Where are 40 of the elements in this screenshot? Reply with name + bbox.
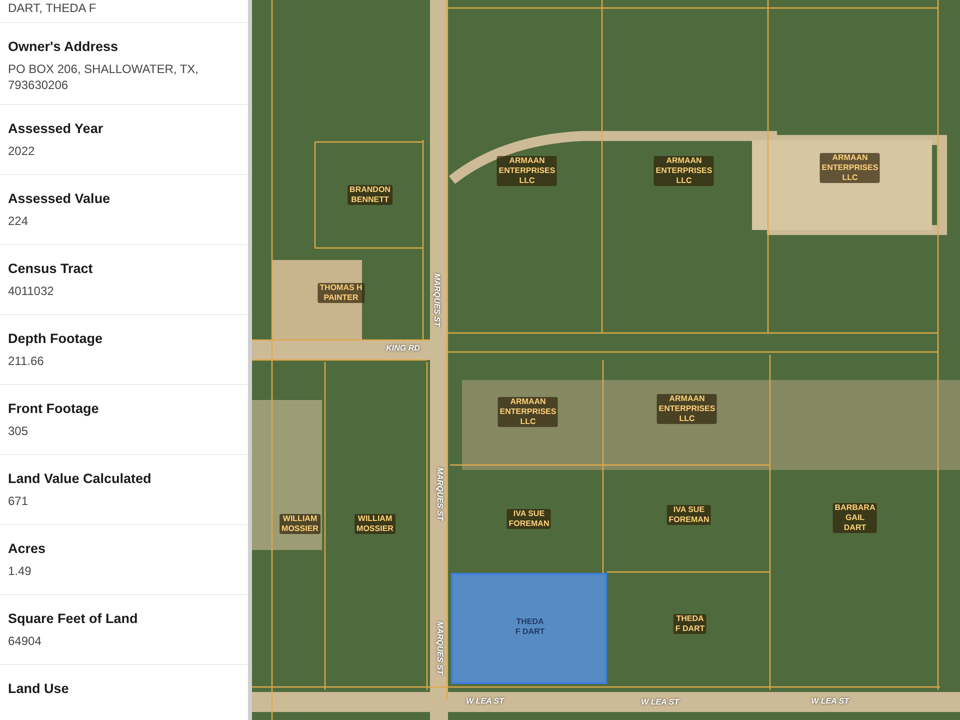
parcel-owner-label[interactable]: IVA SUE FOREMAN [506,509,552,529]
street-label: MARQUES ST [436,467,444,521]
owner-name: DART, THEDA F [8,0,98,16]
field-label: Owner's Address [8,39,119,54]
parcel-owner-label[interactable]: ARMAAN ENTERPRISES LLC [654,156,714,186]
field-label: Land Use [8,681,70,696]
field-value: 211.66 [8,353,45,369]
street-label: MARQUES ST [432,273,442,327]
parcel-owner-label[interactable]: BRANDON BENNETT [348,185,392,205]
field-value: 64904 [8,633,42,649]
street-label: W LEA ST [811,696,849,706]
field-label: Census Tract [8,261,94,276]
parcel-owner-label[interactable]: BARBARA GAIL DART [832,503,878,533]
field-value: 1.49 [8,563,32,579]
field-label: Front Footage [8,401,100,416]
street-label: W LEA ST [466,696,504,706]
field-label: Assessed Year [8,121,104,136]
field-label: Depth Footage [8,331,104,346]
parcel-owner-label[interactable]: IVA SUE FOREMAN [666,505,712,525]
parcel-owner-label[interactable]: THOMAS H PAINTER [318,283,364,303]
field-label: Square Feet of Land [8,611,139,626]
field-label: Land Value Calculated [8,471,152,486]
field-value: 671 [8,493,30,509]
field-label: Assessed Value [8,191,112,206]
street-label: MARQUES ST [436,621,444,675]
field-value: 224 [8,213,30,229]
street-label: W LEA ST [641,698,679,706]
field-value: 305 [8,423,30,439]
field-value: PO BOX 206, SHALLOWATER, TX, 793630206 [8,61,200,93]
field-value: 2022 [8,143,36,159]
parcel-owner-label[interactable]: THEDA F DART [673,614,707,634]
field-label: Acres [8,541,47,556]
parcel-owner-label[interactable]: ARMAAN ENTERPRISES LLC [496,156,558,186]
street-label: KING RD [386,344,420,352]
parcel-owner-label[interactable]: WILLIAM MOSSIER [280,514,320,534]
parcel-owner-label[interactable]: WILLIAM MOSSIER [354,514,396,534]
field-value: 4011032 [8,283,55,299]
parcel-owner-label[interactable]: ARMAAN ENTERPRISES LLC [820,153,880,183]
parcel-owner-label[interactable]: ARMAAN ENTERPRISES LLC [656,394,718,424]
parcel-owner-label[interactable]: ARMAAN ENTERPRISES LLC [498,397,558,427]
